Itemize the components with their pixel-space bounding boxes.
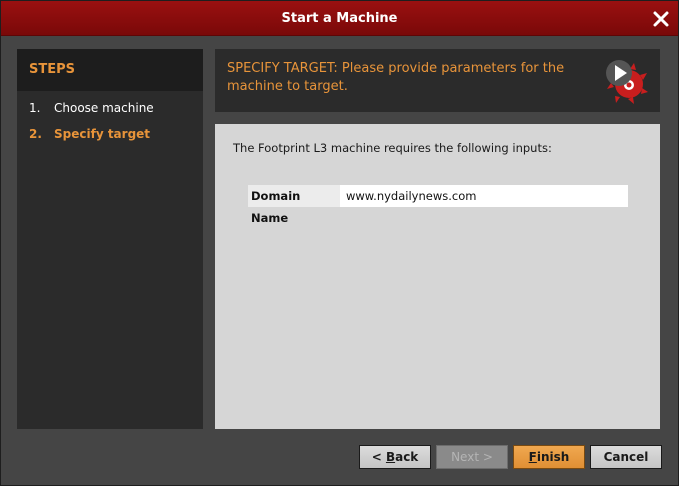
window-title: Start a Machine: [281, 11, 398, 26]
button-mnemonic: F: [528, 450, 537, 464]
step-banner: SPECIFY TARGET: Please provide parameter…: [215, 49, 660, 112]
button-mnemonic: B: [385, 450, 396, 464]
close-icon: [653, 11, 669, 27]
close-button[interactable]: [650, 8, 672, 30]
field-row-domain-name: Domain Name: [248, 185, 628, 225]
domain-name-input[interactable]: [340, 185, 628, 207]
banner-text: SPECIFY TARGET: Please provide parameter…: [227, 61, 565, 94]
maltego-logo-icon: [600, 55, 652, 107]
cancel-button[interactable]: Cancel: [590, 445, 662, 469]
button-prefix: <: [371, 450, 386, 464]
step-label: Choose machine: [54, 101, 154, 115]
step-number: 1.: [29, 101, 41, 115]
field-label: Domain Name: [248, 185, 340, 225]
button-label-rest: inish: [536, 450, 570, 464]
content-intro-text: The Footprint L3 machine requires the fo…: [233, 141, 552, 155]
step-item-specify-target: 2. Specify target: [29, 127, 150, 141]
start-machine-dialog: Start a Machine STEPS 1. Choose machine 2…: [0, 0, 679, 486]
step-number: 2.: [29, 127, 42, 141]
finish-button[interactable]: Finish: [513, 445, 585, 469]
next-button[interactable]: Next >: [436, 445, 508, 469]
button-label-rest: ack: [395, 450, 419, 464]
back-button[interactable]: < Back: [359, 445, 431, 469]
content-panel: The Footprint L3 machine requires the fo…: [215, 124, 660, 429]
step-label: Specify target: [54, 127, 151, 141]
steps-panel: STEPS 1. Choose machine 2. Specify target: [17, 49, 203, 429]
steps-header: STEPS: [17, 49, 203, 91]
step-item-choose-machine: 1. Choose machine: [29, 101, 154, 115]
title-bar[interactable]: Start a Machine: [1, 1, 678, 36]
